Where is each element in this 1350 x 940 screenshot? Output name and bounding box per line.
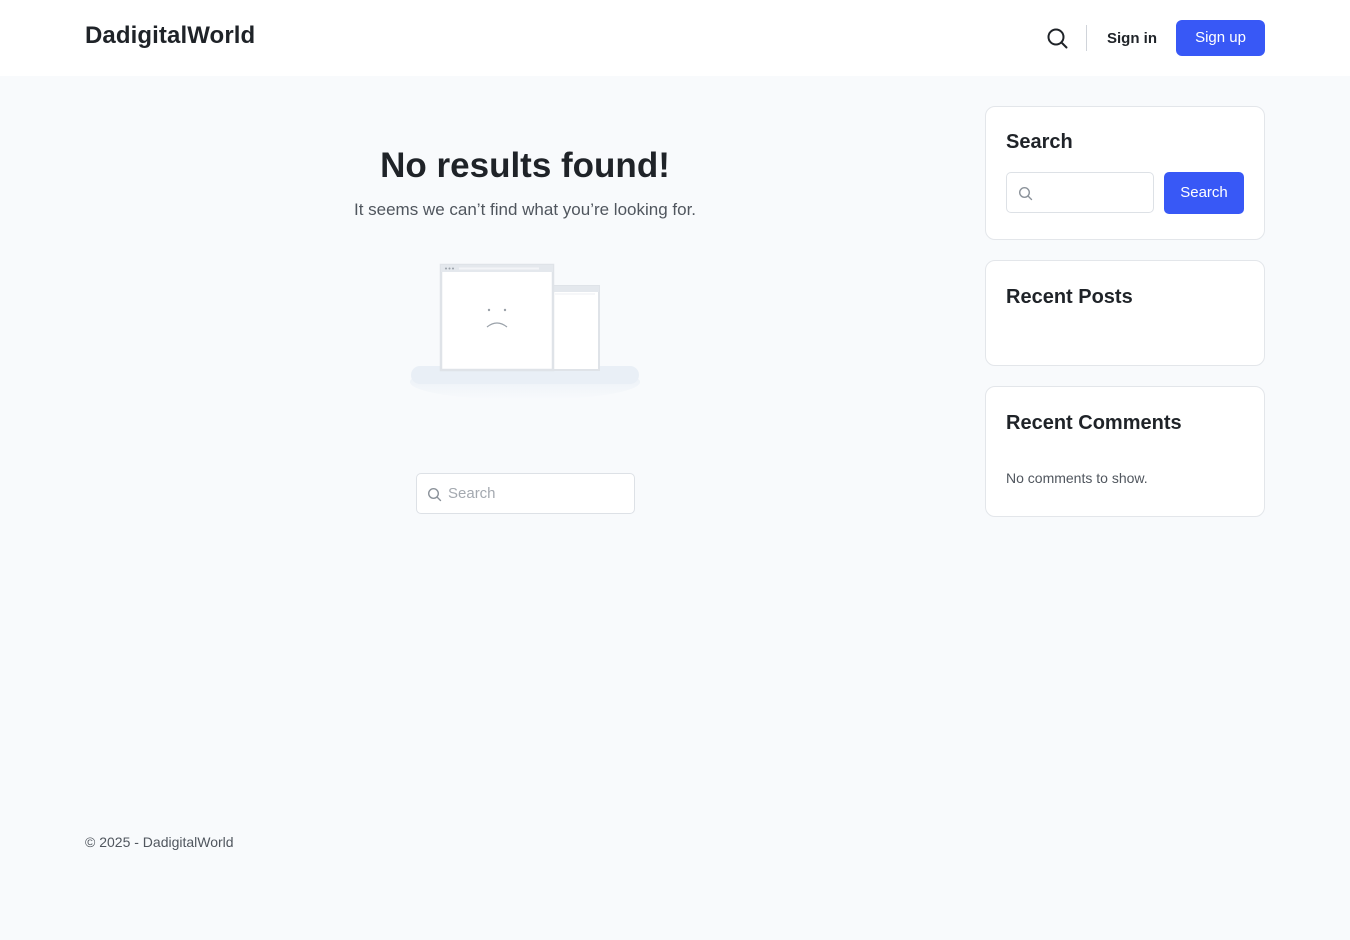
main-search-field[interactable] [416,473,635,514]
site-header: DadigitalWorld Sign in Sign up [0,0,1350,76]
recent-comments-title: Recent Comments [1006,412,1182,434]
search-icon [427,487,442,502]
search-widget-title: Search [1006,131,1073,153]
search-icon [1018,186,1033,201]
header-search-button[interactable] [1045,26,1071,52]
no-results-subtitle: It seems we can’t find what you’re looki… [353,200,697,219]
site-logo[interactable]: DadigitalWorld [85,22,255,50]
sad-browser-illustration [405,260,645,430]
recent-posts-title: Recent Posts [1006,286,1133,308]
search-icon [1047,28,1068,49]
sidebar-search-field[interactable] [1006,172,1154,213]
search-widget: Search Search [985,106,1265,240]
footer-copyright: © 2025 - DadigitalWorld [85,834,234,850]
sidebar-search-input[interactable] [1039,173,1149,212]
header-divider [1086,25,1087,51]
sign-up-button[interactable]: Sign up [1176,20,1265,56]
sidebar-search-button[interactable]: Search [1164,172,1244,214]
sign-in-link[interactable]: Sign in [1107,30,1157,47]
main-search-input[interactable] [448,474,628,513]
no-results-title: No results found! [380,146,670,185]
recent-posts-widget: Recent Posts [985,260,1265,366]
no-comments-text: No comments to show. [1006,470,1148,486]
recent-comments-widget: Recent Comments No comments to show. [985,386,1265,517]
